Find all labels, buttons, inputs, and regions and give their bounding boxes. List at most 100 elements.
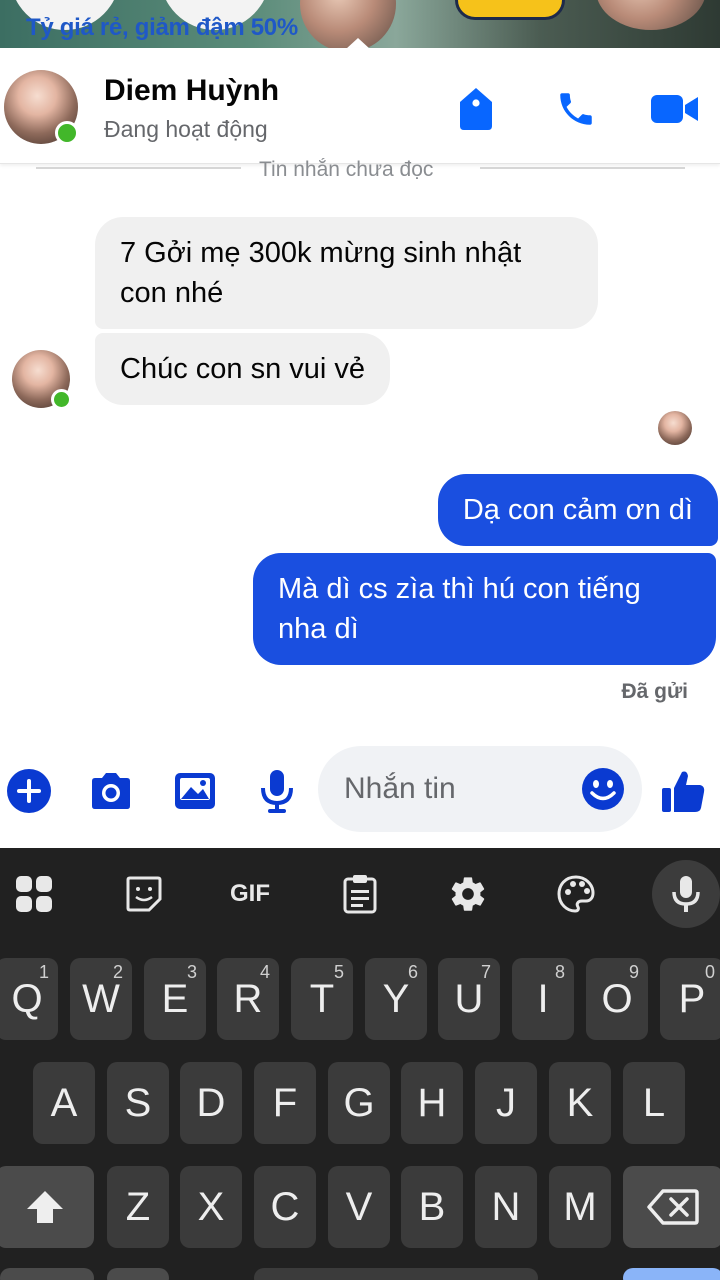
- key-b[interactable]: B: [401, 1166, 463, 1248]
- like-button[interactable]: [658, 766, 708, 816]
- key-hint: 5: [333, 962, 344, 982]
- key-h[interactable]: H: [401, 1062, 463, 1144]
- key-label: F: [272, 1080, 298, 1125]
- tag-icon: [460, 88, 492, 130]
- key-l[interactable]: L: [623, 1062, 685, 1144]
- key-label: L: [642, 1080, 666, 1125]
- key-label: K: [566, 1080, 594, 1125]
- space-key[interactable]: [254, 1268, 538, 1280]
- divider-line-left: [36, 167, 241, 169]
- backspace-icon: [647, 1189, 699, 1225]
- online-indicator: [51, 389, 72, 410]
- mic-icon: [261, 770, 293, 813]
- incoming-message[interactable]: 7 Gởi mẹ 300k mừng sinh nhật con nhé: [95, 217, 598, 329]
- key-hint: 2: [112, 962, 123, 982]
- shift-icon: [27, 1191, 63, 1223]
- unread-label: Tin nhắn chưa đọc: [259, 158, 434, 181]
- key-label: N: [491, 1184, 521, 1229]
- key-z[interactable]: Z: [107, 1166, 169, 1248]
- outgoing-message[interactable]: Mà dì cs zìa thì hú con tiếng nha dì: [253, 553, 716, 665]
- key-y[interactable]: Y6: [365, 958, 427, 1040]
- clipboard-button[interactable]: [334, 868, 386, 920]
- key-label: J: [496, 1080, 516, 1125]
- theme-button[interactable]: [550, 868, 602, 920]
- seen-by-avatar: [658, 411, 692, 445]
- key-label: C: [270, 1184, 300, 1229]
- incoming-message[interactable]: Chúc con sn vui vẻ: [95, 333, 391, 405]
- soft-keyboard: GIF Q 1 W 2 E 3 R 4 T 5 Y 6 U 7 I 8 O 9 …: [0, 848, 720, 1280]
- key-s[interactable]: S: [107, 1062, 169, 1144]
- key-u[interactable]: U7: [438, 958, 500, 1040]
- key-t[interactable]: T5: [291, 958, 353, 1040]
- banner-photo-right: [596, 0, 706, 30]
- backspace-key[interactable]: [623, 1166, 720, 1248]
- top-banner[interactable]: Tỷ giá rẻ, giảm đậm 50%: [0, 0, 720, 48]
- key-label: S: [124, 1080, 152, 1125]
- key-k[interactable]: K: [549, 1062, 611, 1144]
- active-status: Đang hoạt động: [104, 116, 268, 142]
- key-label: D: [196, 1080, 226, 1125]
- key-a[interactable]: A: [33, 1062, 95, 1144]
- image-icon: [175, 773, 215, 809]
- gif-button[interactable]: GIF: [224, 868, 276, 920]
- sent-status: Đã gửi: [621, 680, 688, 703]
- voice-call-button[interactable]: [551, 84, 601, 134]
- key-f[interactable]: F: [254, 1062, 316, 1144]
- key-hint: 4: [259, 962, 270, 982]
- numbers-key[interactable]: [0, 1268, 94, 1280]
- plus-icon: [7, 769, 51, 813]
- key-q[interactable]: Q1: [0, 958, 58, 1040]
- key-c[interactable]: C: [254, 1166, 316, 1248]
- mic-icon: [672, 876, 700, 912]
- sticker-button[interactable]: [118, 868, 170, 920]
- key-label: X: [197, 1184, 225, 1229]
- key-i[interactable]: I8: [512, 958, 574, 1040]
- enter-key[interactable]: [623, 1268, 720, 1280]
- key-hint: 9: [628, 962, 639, 982]
- key-e[interactable]: E3: [144, 958, 206, 1040]
- shift-key[interactable]: [0, 1166, 94, 1248]
- voice-typing-button[interactable]: [652, 860, 720, 928]
- key-hint: 6: [407, 962, 418, 982]
- phone-icon: [560, 93, 592, 125]
- voice-clip-button[interactable]: [252, 766, 302, 816]
- tag-button[interactable]: [451, 84, 501, 134]
- key-label: Z: [125, 1184, 151, 1229]
- key-d[interactable]: D: [180, 1062, 242, 1144]
- key-label: B: [418, 1184, 446, 1229]
- key-hint: 8: [554, 962, 565, 982]
- key-label: G: [343, 1080, 375, 1125]
- emoji-icon[interactable]: [580, 766, 626, 812]
- key-m[interactable]: M: [549, 1166, 611, 1248]
- settings-button[interactable]: [442, 868, 494, 920]
- unread-divider: Tin nhắn chưa đọc: [0, 158, 720, 181]
- key-p[interactable]: P0: [660, 958, 720, 1040]
- key-x[interactable]: X: [180, 1166, 242, 1248]
- sticker-icon: [126, 876, 162, 912]
- contact-name[interactable]: Diem Huỳnh: [104, 74, 279, 108]
- emoji-key[interactable]: [107, 1268, 169, 1280]
- key-v[interactable]: V: [328, 1166, 390, 1248]
- gallery-button[interactable]: [170, 766, 220, 816]
- key-g[interactable]: G: [328, 1062, 390, 1144]
- banner-logo: [455, 0, 565, 20]
- camera-button[interactable]: [86, 766, 136, 816]
- key-label: R: [233, 976, 263, 1021]
- messenger-chat-screen: Tỷ giá rẻ, giảm đậm 50% Diem Huỳnh Đang …: [0, 0, 720, 1280]
- key-label: E: [161, 976, 189, 1021]
- key-j[interactable]: J: [475, 1062, 537, 1144]
- key-label: Q: [11, 976, 43, 1021]
- key-r[interactable]: R4: [217, 958, 279, 1040]
- key-label: V: [345, 1184, 373, 1229]
- apps-button[interactable]: [8, 868, 60, 920]
- video-call-button[interactable]: [650, 84, 700, 134]
- key-label: U: [454, 976, 484, 1021]
- key-label: P: [678, 976, 706, 1021]
- like-icon: [662, 771, 705, 812]
- outgoing-message[interactable]: Dạ con cảm ơn dì: [437, 474, 718, 546]
- more-actions-button[interactable]: [4, 766, 54, 816]
- key-o[interactable]: O9: [586, 958, 648, 1040]
- chat-header: Diem Huỳnh Đang hoạt động: [0, 48, 720, 164]
- key-n[interactable]: N: [475, 1166, 537, 1248]
- key-w[interactable]: W2: [70, 958, 132, 1040]
